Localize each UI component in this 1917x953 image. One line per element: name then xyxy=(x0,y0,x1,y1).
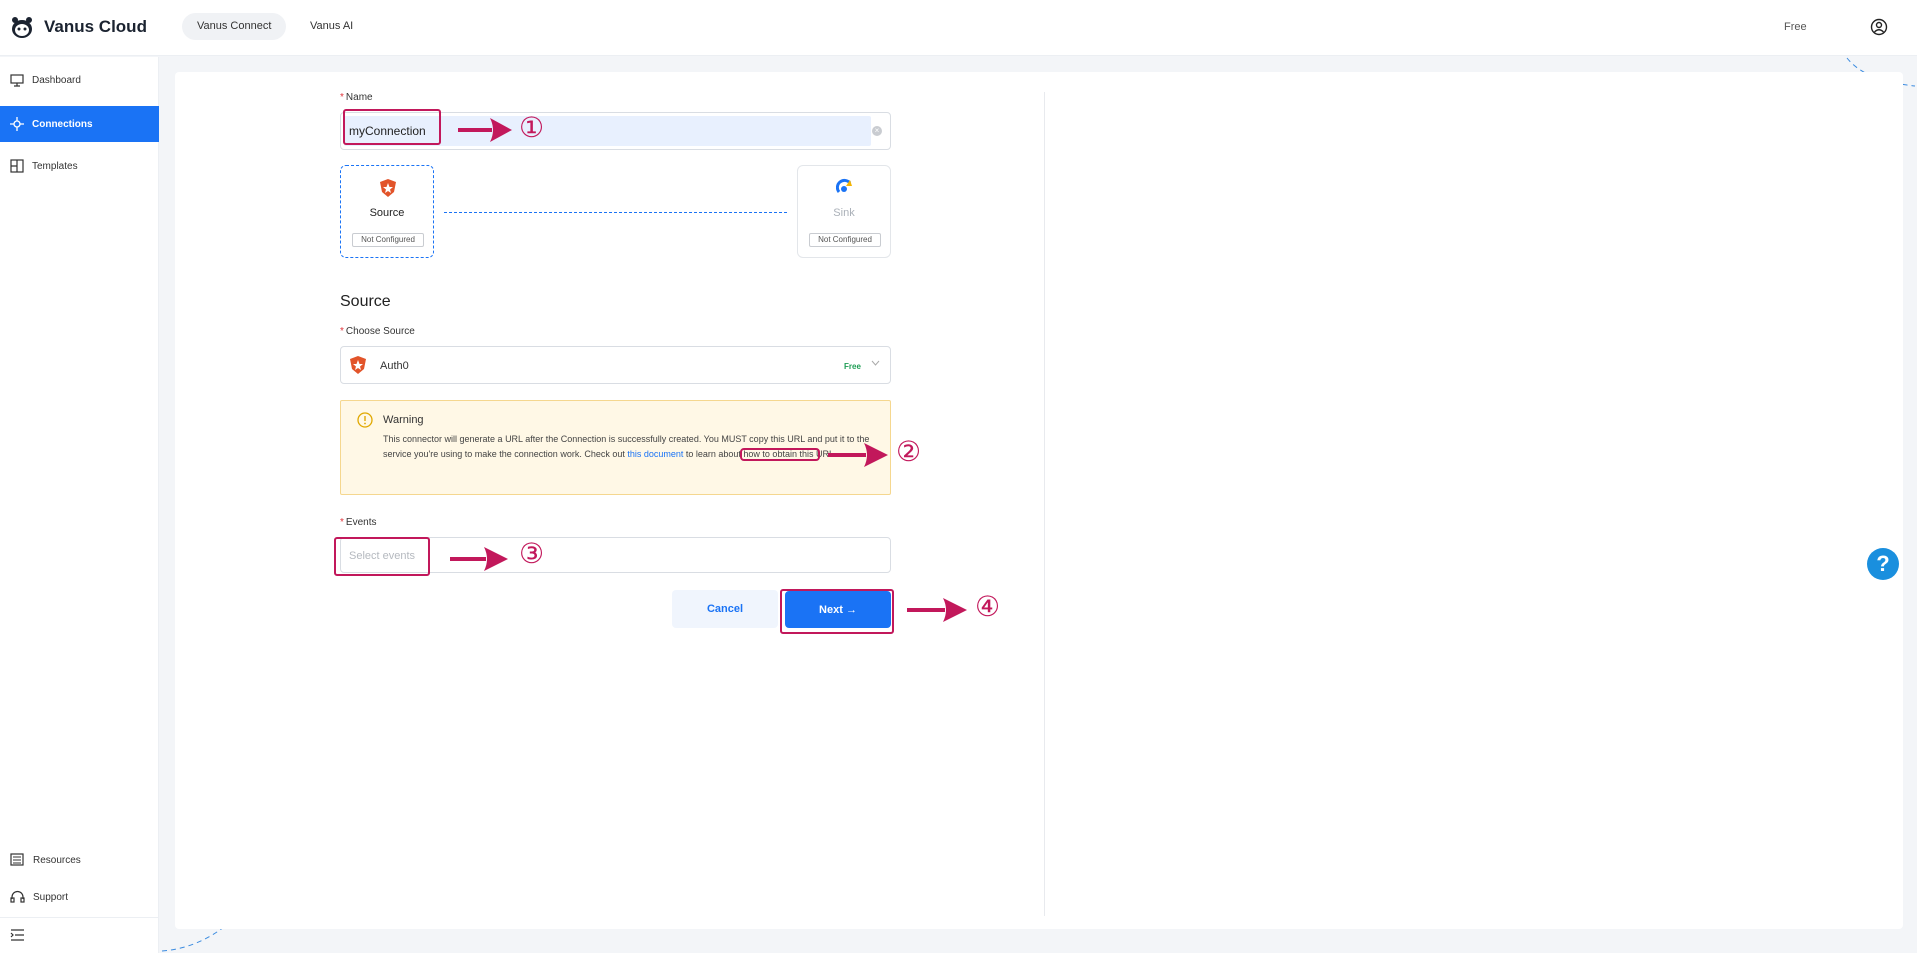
tab-vanus-connect[interactable]: Vanus Connect xyxy=(182,13,287,40)
source-select-value: Auth0 xyxy=(380,360,409,372)
tab-vanus-ai[interactable]: Vanus AI xyxy=(295,13,368,40)
choose-source-label: * Choose Source xyxy=(340,326,415,337)
connector-line xyxy=(444,212,787,213)
highlight-events-field xyxy=(334,537,430,576)
sidebar-item-label: Resources xyxy=(33,854,81,866)
user-circle-icon[interactable] xyxy=(1870,18,1888,36)
sidebar-item-label: Connections xyxy=(32,118,93,130)
clear-icon[interactable]: × xyxy=(872,126,882,136)
sink-node-status: Not Configured xyxy=(809,233,881,247)
name-label: * Name xyxy=(340,92,373,103)
support-icon xyxy=(10,890,25,903)
panel-divider xyxy=(1044,92,1045,916)
sink-icon xyxy=(836,178,852,193)
sidebar-divider xyxy=(0,917,159,918)
info-icon xyxy=(357,412,373,428)
vanus-logo-icon xyxy=(12,17,32,38)
chevron-down-icon xyxy=(871,360,880,366)
templates-icon xyxy=(10,159,24,173)
sink-node[interactable]: Sink Not Configured xyxy=(797,165,891,258)
sidebar-item-label: Dashboard xyxy=(32,74,81,86)
resources-icon xyxy=(10,853,24,866)
brand-name: Vanus Cloud xyxy=(44,17,147,36)
step-number-3: ③ xyxy=(519,537,545,570)
section-title: Source xyxy=(340,293,391,310)
main-card xyxy=(175,72,1903,929)
monitor-icon xyxy=(10,73,24,87)
events-label: * Events xyxy=(340,517,377,528)
sidebar-item-templates[interactable]: Templates xyxy=(0,148,159,184)
step-number-4: ④ xyxy=(975,590,1001,623)
sidebar-item-dashboard[interactable]: Dashboard xyxy=(0,62,159,98)
sidebar-item-resources[interactable]: Resources xyxy=(0,842,159,878)
sidebar-item-connections[interactable]: Connections xyxy=(0,106,159,142)
cancel-button[interactable]: Cancel xyxy=(672,590,778,628)
highlight-next-button xyxy=(780,589,894,634)
sink-node-title: Sink xyxy=(833,207,855,219)
step-number-2: ② xyxy=(896,435,922,468)
step-number-1: ① xyxy=(519,111,545,144)
sidebar: Dashboard Connections Templates Resource… xyxy=(0,57,159,953)
annotation-arrow-2 xyxy=(828,443,888,467)
highlight-name-field xyxy=(343,109,441,145)
sidebar-item-label: Templates xyxy=(32,160,78,172)
plan-badge[interactable]: Free xyxy=(1784,21,1807,33)
auth0-icon xyxy=(380,179,396,197)
annotation-arrow-1 xyxy=(458,118,512,142)
top-bar: Vanus Cloud Vanus Connect Vanus AI Free xyxy=(0,0,1917,56)
auth0-icon xyxy=(350,356,366,374)
connections-icon xyxy=(10,117,24,131)
source-node-status: Not Configured xyxy=(352,233,424,247)
annotation-arrow-3 xyxy=(450,547,508,571)
help-button[interactable]: ? xyxy=(1867,548,1899,580)
highlight-document-link xyxy=(740,448,820,461)
source-select[interactable]: Auth0 Free xyxy=(340,346,891,384)
source-node[interactable]: Source Not Configured xyxy=(340,165,434,258)
document-link[interactable]: this document xyxy=(627,449,683,459)
sidebar-item-support[interactable]: Support xyxy=(0,879,159,915)
warning-title: Warning xyxy=(383,414,424,426)
source-node-title: Source xyxy=(369,207,405,219)
menu-collapse-icon[interactable] xyxy=(10,929,25,941)
annotation-arrow-4 xyxy=(907,598,967,622)
free-badge: Free xyxy=(844,362,861,371)
sidebar-item-label: Support xyxy=(33,891,69,903)
